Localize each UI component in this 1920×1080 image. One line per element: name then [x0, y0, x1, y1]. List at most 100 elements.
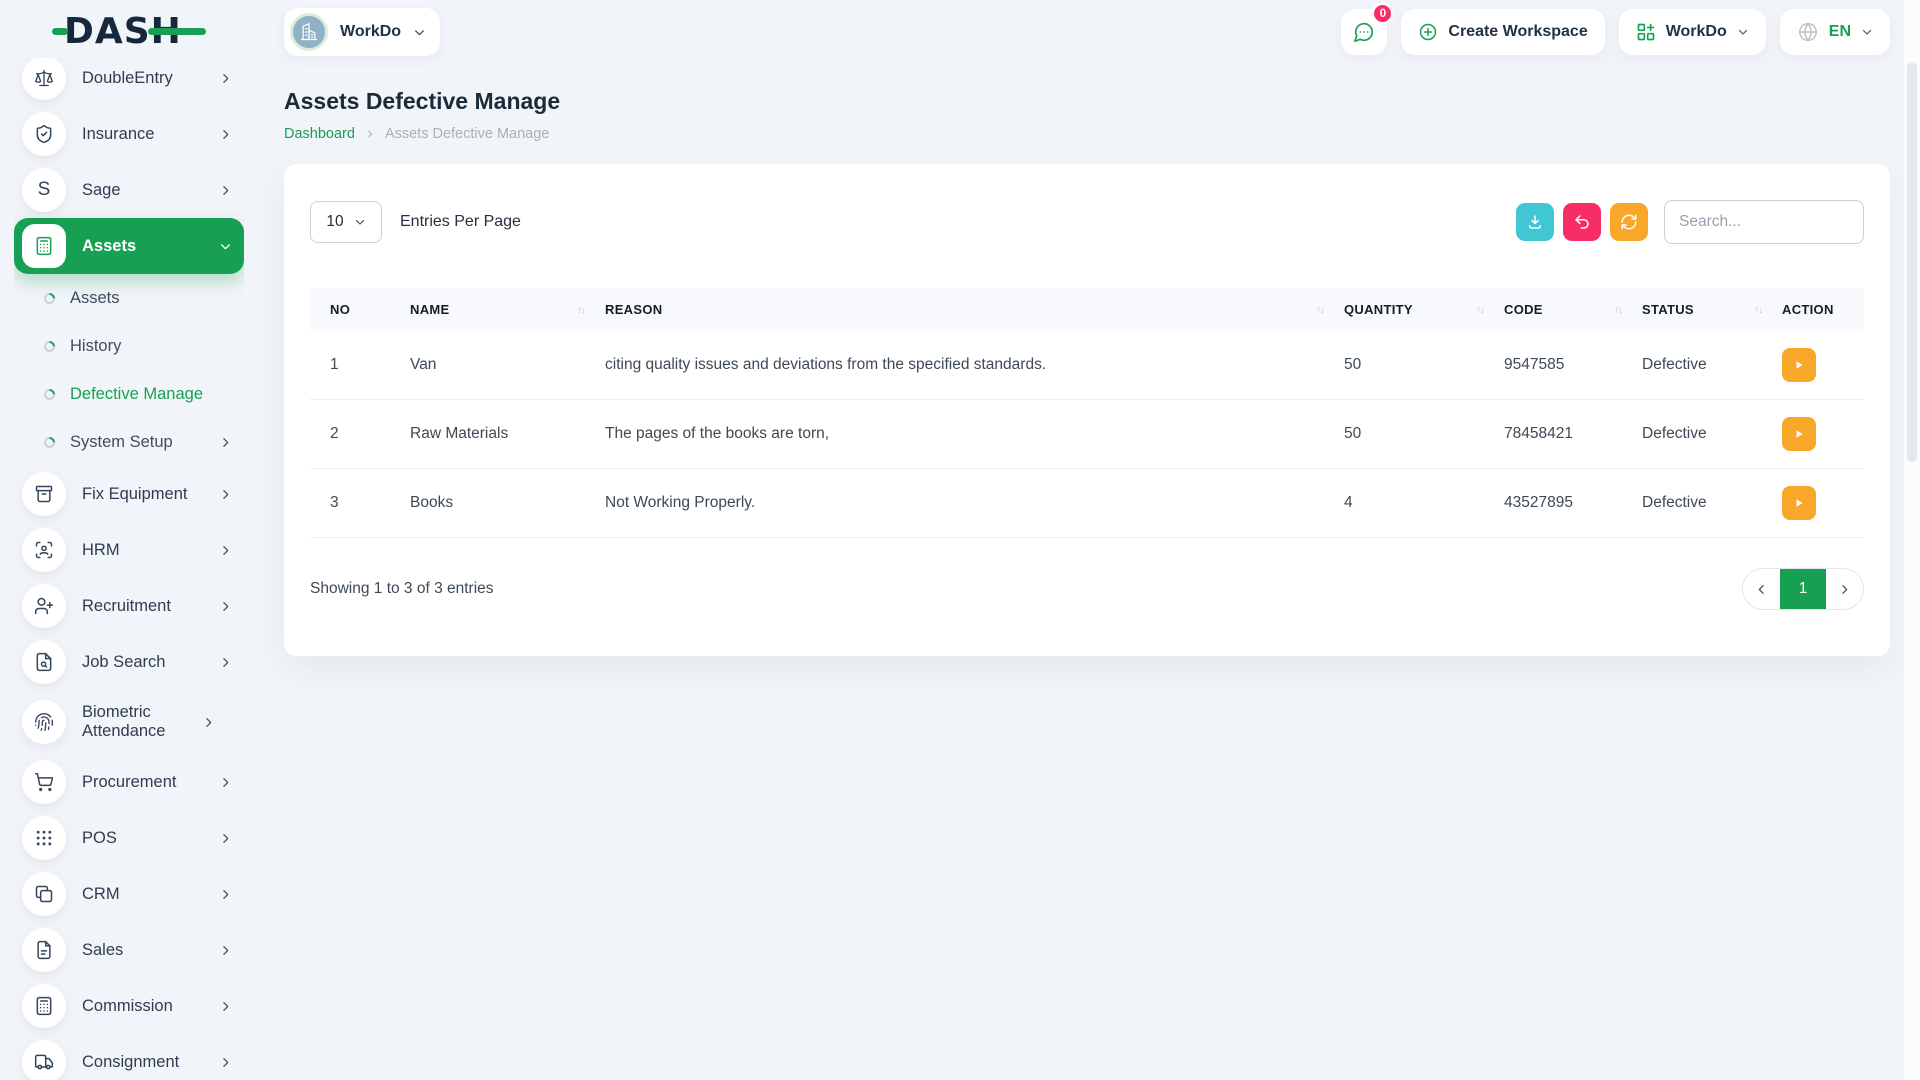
sidebar-menu: DoubleEntry Insurance S Sage Assets Asse…	[14, 58, 244, 1080]
pagination-prev-button[interactable]	[1743, 569, 1780, 609]
sidebar-item-sales[interactable]: Sales	[14, 922, 244, 978]
row-action-button[interactable]	[1782, 486, 1816, 520]
sort-icon: ↑↓	[1614, 305, 1622, 316]
refresh-button[interactable]	[1610, 203, 1648, 241]
messages-button[interactable]: 0	[1341, 9, 1387, 55]
column-header-code[interactable]: CODE↑↓	[1494, 288, 1632, 331]
app-logo[interactable]: DASH	[0, 0, 252, 62]
create-workspace-label: Create Workspace	[1448, 23, 1587, 41]
sidebar-subitem-label: History	[70, 337, 232, 356]
column-header-name[interactable]: NAME↑↓	[400, 288, 595, 331]
entries-per-page-label: Entries Per Page	[400, 213, 521, 231]
chevron-right-icon	[202, 716, 215, 729]
defective-assets-card: 10 Entries Per Page NO NAME↑↓ REASON↑↓ Q…	[284, 164, 1890, 656]
sidebar-item-job-search[interactable]: Job Search	[14, 634, 244, 690]
cell-status: Defective	[1632, 400, 1772, 469]
chevron-right-icon	[219, 488, 232, 501]
sidebar-item-pos[interactable]: POS	[14, 810, 244, 866]
scale-icon	[22, 58, 66, 100]
chat-icon	[1353, 21, 1375, 43]
search-input[interactable]	[1664, 200, 1864, 244]
logo-accent-right	[148, 28, 206, 35]
cell-quantity: 4	[1334, 469, 1494, 538]
sidebar-item-sage[interactable]: S Sage	[14, 162, 244, 218]
shield-check-icon	[22, 112, 66, 156]
page-scrollbar[interactable]	[1904, 0, 1920, 1080]
scrollbar-thumb[interactable]	[1907, 62, 1917, 462]
sidebar-subitem-system-setup[interactable]: System Setup	[14, 418, 244, 466]
main-content: Assets Defective Manage Dashboard Assets…	[284, 64, 1890, 656]
sidebar-item-biometric-attendance[interactable]: Biometric Attendance	[14, 690, 244, 754]
archive-icon	[22, 472, 66, 516]
cell-quantity: 50	[1334, 400, 1494, 469]
sidebar-item-consignment[interactable]: Consignment	[14, 1034, 244, 1080]
grid-plus-icon	[1636, 22, 1656, 42]
bullet-icon	[42, 434, 58, 450]
logo-accent-left	[52, 28, 68, 35]
create-workspace-button[interactable]: Create Workspace	[1401, 9, 1604, 55]
sidebar-item-procurement[interactable]: Procurement	[14, 754, 244, 810]
chevron-right-icon	[219, 600, 232, 613]
chevron-right-icon	[219, 436, 232, 449]
cell-name: Van	[400, 331, 595, 400]
sidebar-item-fix-equipment[interactable]: Fix Equipment	[14, 466, 244, 522]
cell-no: 2	[310, 400, 400, 469]
sidebar-item-assets[interactable]: Assets	[14, 218, 244, 274]
cell-status: Defective	[1632, 331, 1772, 400]
breadcrumb-dashboard-link[interactable]: Dashboard	[284, 126, 355, 142]
user-plus-icon	[22, 584, 66, 628]
download-icon	[1526, 213, 1544, 231]
topbar-actions: 0 Create Workspace WorkDo EN	[1341, 9, 1890, 55]
sidebar-item-label: Insurance	[82, 125, 203, 144]
cart-icon	[22, 760, 66, 804]
table-header-row: NO NAME↑↓ REASON↑↓ QUANTITY↑↓ CODE↑↓ STA…	[310, 288, 1864, 331]
cell-code: 9547585	[1494, 331, 1632, 400]
row-action-button[interactable]	[1782, 348, 1816, 382]
building-icon	[290, 13, 328, 51]
calculator-icon	[22, 224, 66, 268]
table-row: 2 Raw Materials The pages of the books a…	[310, 400, 1864, 469]
sidebar-item-label: Job Search	[82, 653, 203, 672]
sidebar-item-hrm[interactable]: HRM	[14, 522, 244, 578]
sidebar-subitem-defective-manage[interactable]: Defective Manage	[14, 370, 244, 418]
sidebar-item-label: Sales	[82, 941, 203, 960]
row-action-button[interactable]	[1782, 417, 1816, 451]
entries-per-page-select[interactable]: 10	[310, 201, 382, 243]
cell-quantity: 50	[1334, 331, 1494, 400]
column-header-reason[interactable]: REASON↑↓	[595, 288, 1334, 331]
sidebar-subitem-assets[interactable]: Assets	[14, 274, 244, 322]
workspace-selector[interactable]: WorkDo	[284, 8, 440, 56]
column-header-status[interactable]: STATUS↑↓	[1632, 288, 1772, 331]
fingerprint-icon	[22, 700, 66, 744]
sidebar-item-insurance[interactable]: Insurance	[14, 106, 244, 162]
refresh-icon	[1620, 213, 1638, 231]
pagination-next-button[interactable]	[1826, 569, 1863, 609]
play-icon	[1793, 359, 1805, 371]
copy-icon	[22, 872, 66, 916]
sidebar-item-label: Commission	[82, 997, 203, 1016]
sidebar-item-crm[interactable]: CRM	[14, 866, 244, 922]
breadcrumb: Dashboard Assets Defective Manage	[284, 126, 1890, 142]
undo-button[interactable]	[1563, 203, 1601, 241]
pagination-page-1[interactable]: 1	[1780, 569, 1826, 609]
column-header-quantity[interactable]: QUANTITY↑↓	[1334, 288, 1494, 331]
cell-no: 3	[310, 469, 400, 538]
workdo-menu-button[interactable]: WorkDo	[1619, 9, 1766, 55]
table-row: 1 Van citing quality issues and deviatio…	[310, 331, 1864, 400]
calculator-icon	[22, 984, 66, 1028]
chevron-down-icon	[219, 240, 232, 253]
language-selector[interactable]: EN	[1780, 9, 1890, 55]
topbar: WorkDo 0 Create Workspace WorkDo EN	[252, 0, 1890, 64]
bullet-icon	[42, 338, 58, 354]
sidebar: DASH DoubleEntry Insurance S Sage Assets…	[0, 0, 252, 1080]
sidebar-item-doubleentry[interactable]: DoubleEntry	[14, 58, 244, 106]
bullet-icon	[42, 386, 58, 402]
entries-value: 10	[326, 213, 343, 231]
sidebar-item-recruitment[interactable]: Recruitment	[14, 578, 244, 634]
entries-summary: Showing 1 to 3 of 3 entries	[310, 580, 494, 598]
cell-reason: The pages of the books are torn,	[595, 400, 1334, 469]
sidebar-item-commission[interactable]: Commission	[14, 978, 244, 1034]
sidebar-subitem-label: System Setup	[70, 433, 204, 452]
export-button[interactable]	[1516, 203, 1554, 241]
sidebar-subitem-history[interactable]: History	[14, 322, 244, 370]
